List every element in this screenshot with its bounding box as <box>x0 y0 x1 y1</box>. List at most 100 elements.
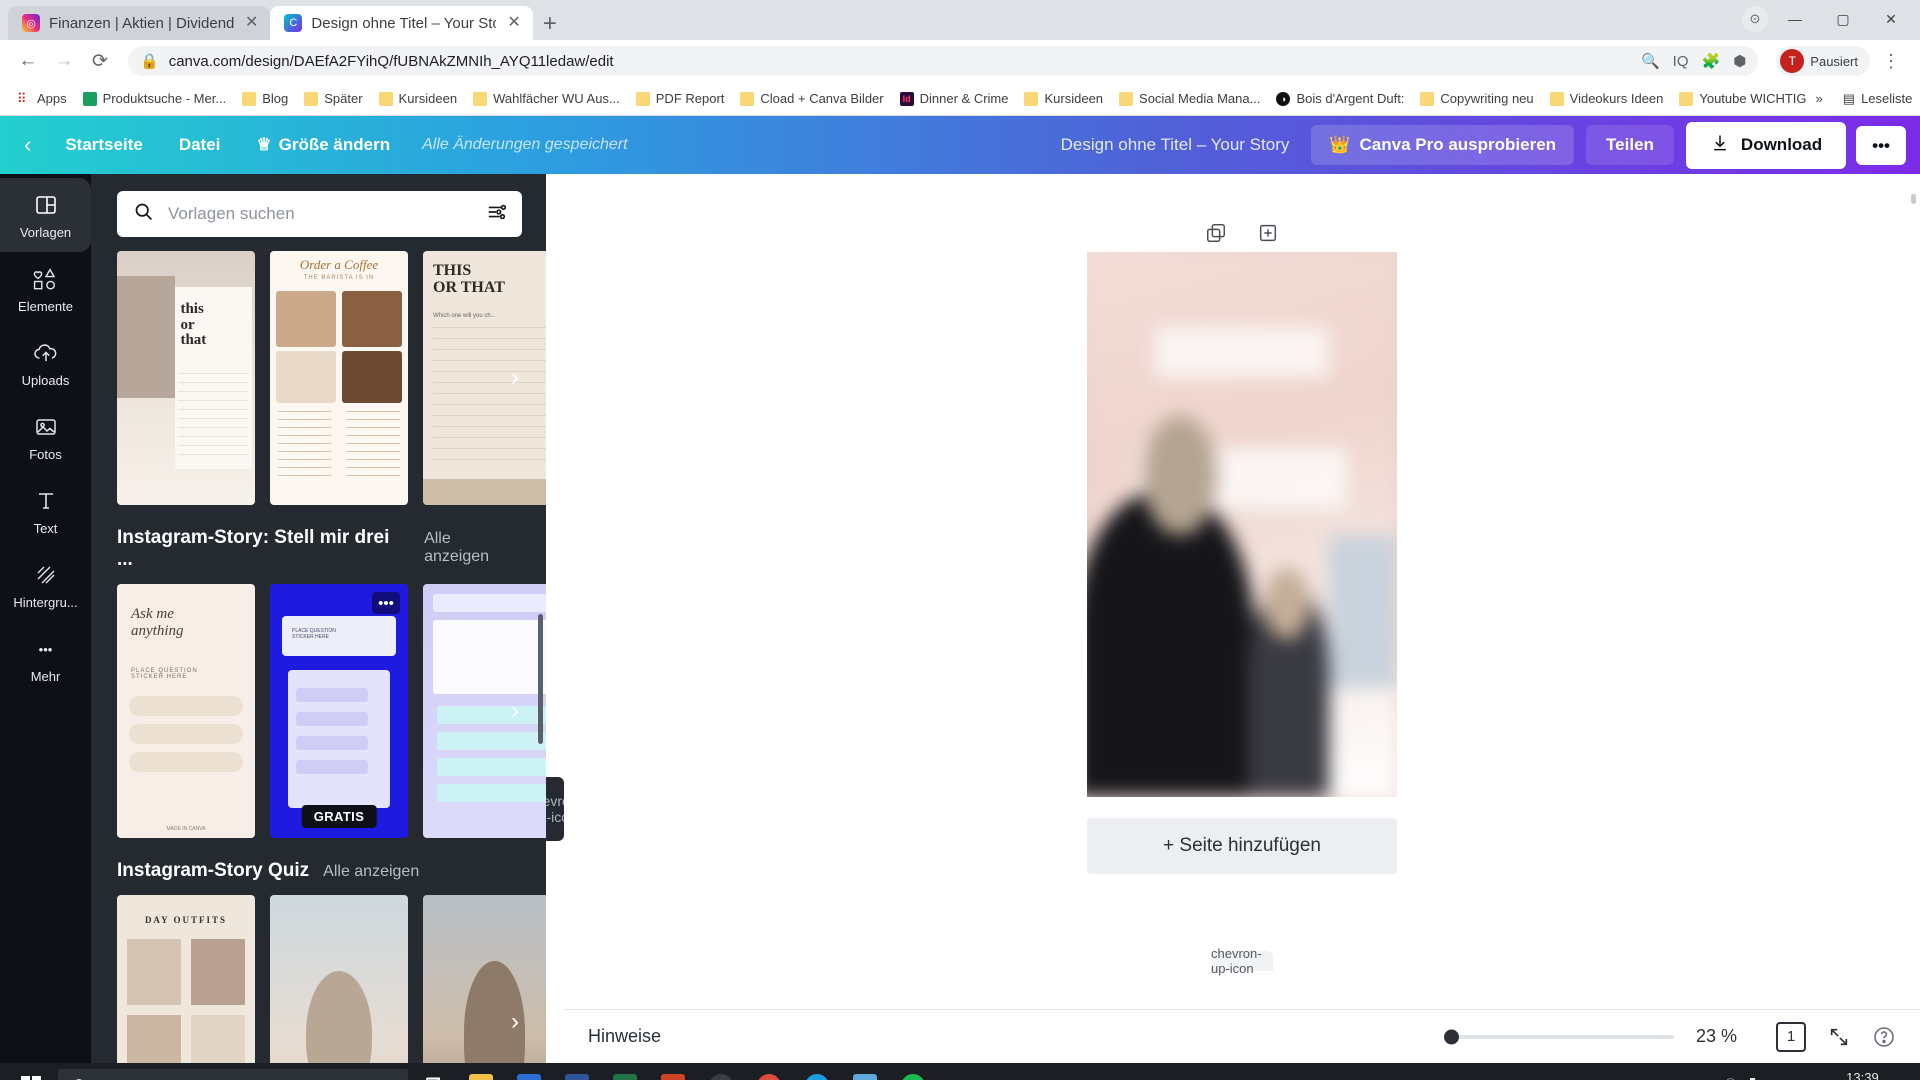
template-thumbnail[interactable]: Order a Coffee THE BARISTA IS IN <box>270 251 408 505</box>
template-thumbnail[interactable]: this or that <box>117 251 255 505</box>
template-thumbnail[interactable]: DAY OUTFITS <box>117 895 255 1063</box>
bookmark-item[interactable]: Youtube WICHTIG <box>1672 87 1813 110</box>
page-preview-image <box>1087 252 1397 797</box>
reading-list-button[interactable]: ▤ Leseliste <box>1837 87 1919 111</box>
sidebar-label: Hintergru... <box>13 595 78 610</box>
task-view-icon[interactable]: ❐ <box>410 1065 456 1080</box>
chevron-right-icon[interactable]: › <box>502 1002 528 1042</box>
iq-extension-icon[interactable]: IQ <box>1673 53 1689 70</box>
sidebar-item-hintergrund[interactable]: Hintergru... <box>0 548 91 622</box>
minimize-button[interactable]: — <box>1774 5 1816 33</box>
template-thumbnail-selected[interactable]: PLACE QUESTION STICKER HERE ••• GRATIS <box>270 584 408 838</box>
canvas-collapse-button[interactable]: chevron-up-icon <box>1211 946 1273 976</box>
reload-icon[interactable]: ⟳ <box>84 45 116 77</box>
forward-icon[interactable]: → <box>48 45 80 77</box>
word-icon[interactable]: W <box>554 1065 600 1080</box>
see-all-link[interactable]: Alle anzeigen <box>424 530 520 566</box>
bookmark-item[interactable]: Videokurs Ideen <box>1543 87 1671 110</box>
chevron-left-icon[interactable]: ‹ <box>18 132 47 158</box>
spotify-icon[interactable]: ♫ <box>890 1065 936 1080</box>
photos-icon[interactable]: ▤ <box>842 1065 888 1080</box>
canvas-area[interactable]: + Seite hinzufügen chevron-up-icon <box>564 174 1920 1009</box>
bookmark-item[interactable]: Copywriting neu <box>1413 87 1540 110</box>
file-menu-button[interactable]: Datei <box>161 127 239 163</box>
close-window-button[interactable]: ✕ <box>1870 5 1912 33</box>
bookmark-item[interactable]: PDF Report <box>629 87 732 110</box>
kebab-menu-icon[interactable]: ⋮ <box>1874 51 1908 72</box>
browser-tab-instagram[interactable]: ◎ Finanzen | Aktien | Dividende (@ ✕ <box>8 6 271 40</box>
notes-button[interactable]: Hinweise <box>588 1026 661 1047</box>
design-title[interactable]: Design ohne Titel – Your Story <box>1039 135 1312 155</box>
windows-icon[interactable] <box>6 1076 56 1080</box>
obs-icon[interactable]: ◉ <box>698 1065 744 1080</box>
file-explorer-icon[interactable]: ▭ <box>458 1065 504 1080</box>
minimize-to-tray-icon[interactable]: ⊙ <box>1742 6 1768 32</box>
zoom-icon[interactable]: 🔍 <box>1641 52 1660 70</box>
more-options-button[interactable]: ••• <box>1856 125 1906 165</box>
sidebar-item-vorlagen[interactable]: Vorlagen <box>0 178 91 252</box>
add-page-icon[interactable] <box>1257 222 1279 249</box>
download-button[interactable]: Download <box>1685 121 1847 169</box>
template-thumbnail[interactable]: Ask me anything PLACE QUESTION STICKER HER… <box>117 584 255 838</box>
bookmark-item[interactable]: Wahlfächer WU Aus... <box>466 87 627 110</box>
powerpoint-icon[interactable]: P <box>650 1065 696 1080</box>
bookmark-item[interactable]: ⠿ Apps <box>10 87 74 110</box>
sidebar-item-text[interactable]: Text <box>0 474 91 548</box>
url-bar[interactable]: 🔒 canva.com/design/DAEfA2FYihQ/fUBNAkZMN… <box>128 46 1759 76</box>
sliders-icon[interactable] <box>486 201 508 228</box>
thumbnail-menu-icon[interactable]: ••• <box>372 592 400 614</box>
bookmark-item[interactable]: Id Dinner & Crime <box>893 87 1016 110</box>
page-number-badge[interactable]: 1 <box>1776 1021 1806 1052</box>
bookmark-item[interactable]: Social Media Mana... <box>1112 87 1267 110</box>
sidebar-item-fotos[interactable]: Fotos <box>0 400 91 474</box>
extensions-icon[interactable]: 🧩 <box>1702 52 1721 70</box>
bookmarks-bar: ⠿ Apps Produktsuche - Mer... Blog Später… <box>0 82 1920 116</box>
sidebar-item-uploads[interactable]: Uploads <box>0 326 91 400</box>
profile-button[interactable]: T Pausiert <box>1776 46 1870 76</box>
search-input[interactable]: Vorlagen suchen <box>117 191 522 237</box>
canva-pro-button[interactable]: 👑 Canva Pro ausprobieren <box>1311 125 1575 165</box>
bookmark-item[interactable]: Kursideen <box>372 87 465 110</box>
canvas-scrollbar[interactable] <box>1911 194 1916 204</box>
chevron-right-icon[interactable]: › <box>502 358 528 398</box>
panel-scrollbar[interactable] <box>538 614 543 744</box>
close-icon[interactable]: ✕ <box>507 15 520 31</box>
help-circle-icon[interactable] <box>1872 1025 1896 1049</box>
excel-icon[interactable]: X <box>602 1065 648 1080</box>
design-page-canvas[interactable] <box>1087 252 1397 797</box>
duplicate-page-icon[interactable] <box>1205 222 1227 249</box>
mail-icon[interactable]: ✉ 4 <box>506 1065 552 1080</box>
bookmark-item[interactable]: Kursideen <box>1017 87 1110 110</box>
new-tab-button[interactable]: + <box>543 12 557 36</box>
taskbar-search-input[interactable]: Zur Suche Text hier eingeben <box>58 1069 408 1080</box>
share-button[interactable]: Teilen <box>1586 125 1674 165</box>
expand-icon[interactable] <box>1828 1026 1850 1048</box>
bookmark-item[interactable]: ◑ Bois d'Argent Duft: <box>1269 87 1411 110</box>
panel-collapse-button[interactable]: chevron-left-icon <box>528 776 582 841</box>
sidebar-item-mehr[interactable]: ••• Mehr <box>0 622 91 696</box>
indesign-icon: Id <box>899 91 914 106</box>
clock[interactable]: 13:39 20.05.2021 <box>1814 1070 1879 1080</box>
bookmark-item[interactable]: Produktsuche - Mer... <box>76 87 234 110</box>
sidebar-item-elemente[interactable]: Elemente <box>0 252 91 326</box>
see-all-link[interactable]: Alle anzeigen <box>323 863 419 881</box>
apps-grid-icon: ⠿ <box>17 90 27 106</box>
chrome-icon[interactable]: ◍ <box>746 1065 792 1080</box>
add-page-button[interactable]: + Seite hinzufügen <box>1087 818 1397 874</box>
chevron-right-icon[interactable]: › <box>502 691 528 731</box>
back-icon[interactable]: ← <box>12 45 44 77</box>
zoom-slider-handle[interactable] <box>1444 1029 1459 1044</box>
bookmarks-overflow-icon[interactable]: » <box>1816 91 1823 106</box>
bookmark-item[interactable]: Blog <box>235 87 295 110</box>
bookmark-item[interactable]: Später <box>297 87 369 110</box>
resize-button[interactable]: ♕ Größe ändern <box>238 127 408 163</box>
edge-icon[interactable]: e <box>794 1065 840 1080</box>
bookmark-item[interactable]: Cload + Canva Bilder <box>733 87 890 110</box>
home-button[interactable]: Startseite <box>47 127 160 163</box>
template-thumbnail[interactable] <box>270 895 408 1063</box>
puzzle-icon[interactable]: ⬢ <box>1733 52 1746 70</box>
maximize-button[interactable]: ▢ <box>1822 5 1864 33</box>
close-icon[interactable]: ✕ <box>245 15 258 31</box>
zoom-slider[interactable] <box>1444 1029 1674 1044</box>
browser-tab-canva[interactable]: C Design ohne Titel – Your Story ✕ <box>270 6 533 40</box>
